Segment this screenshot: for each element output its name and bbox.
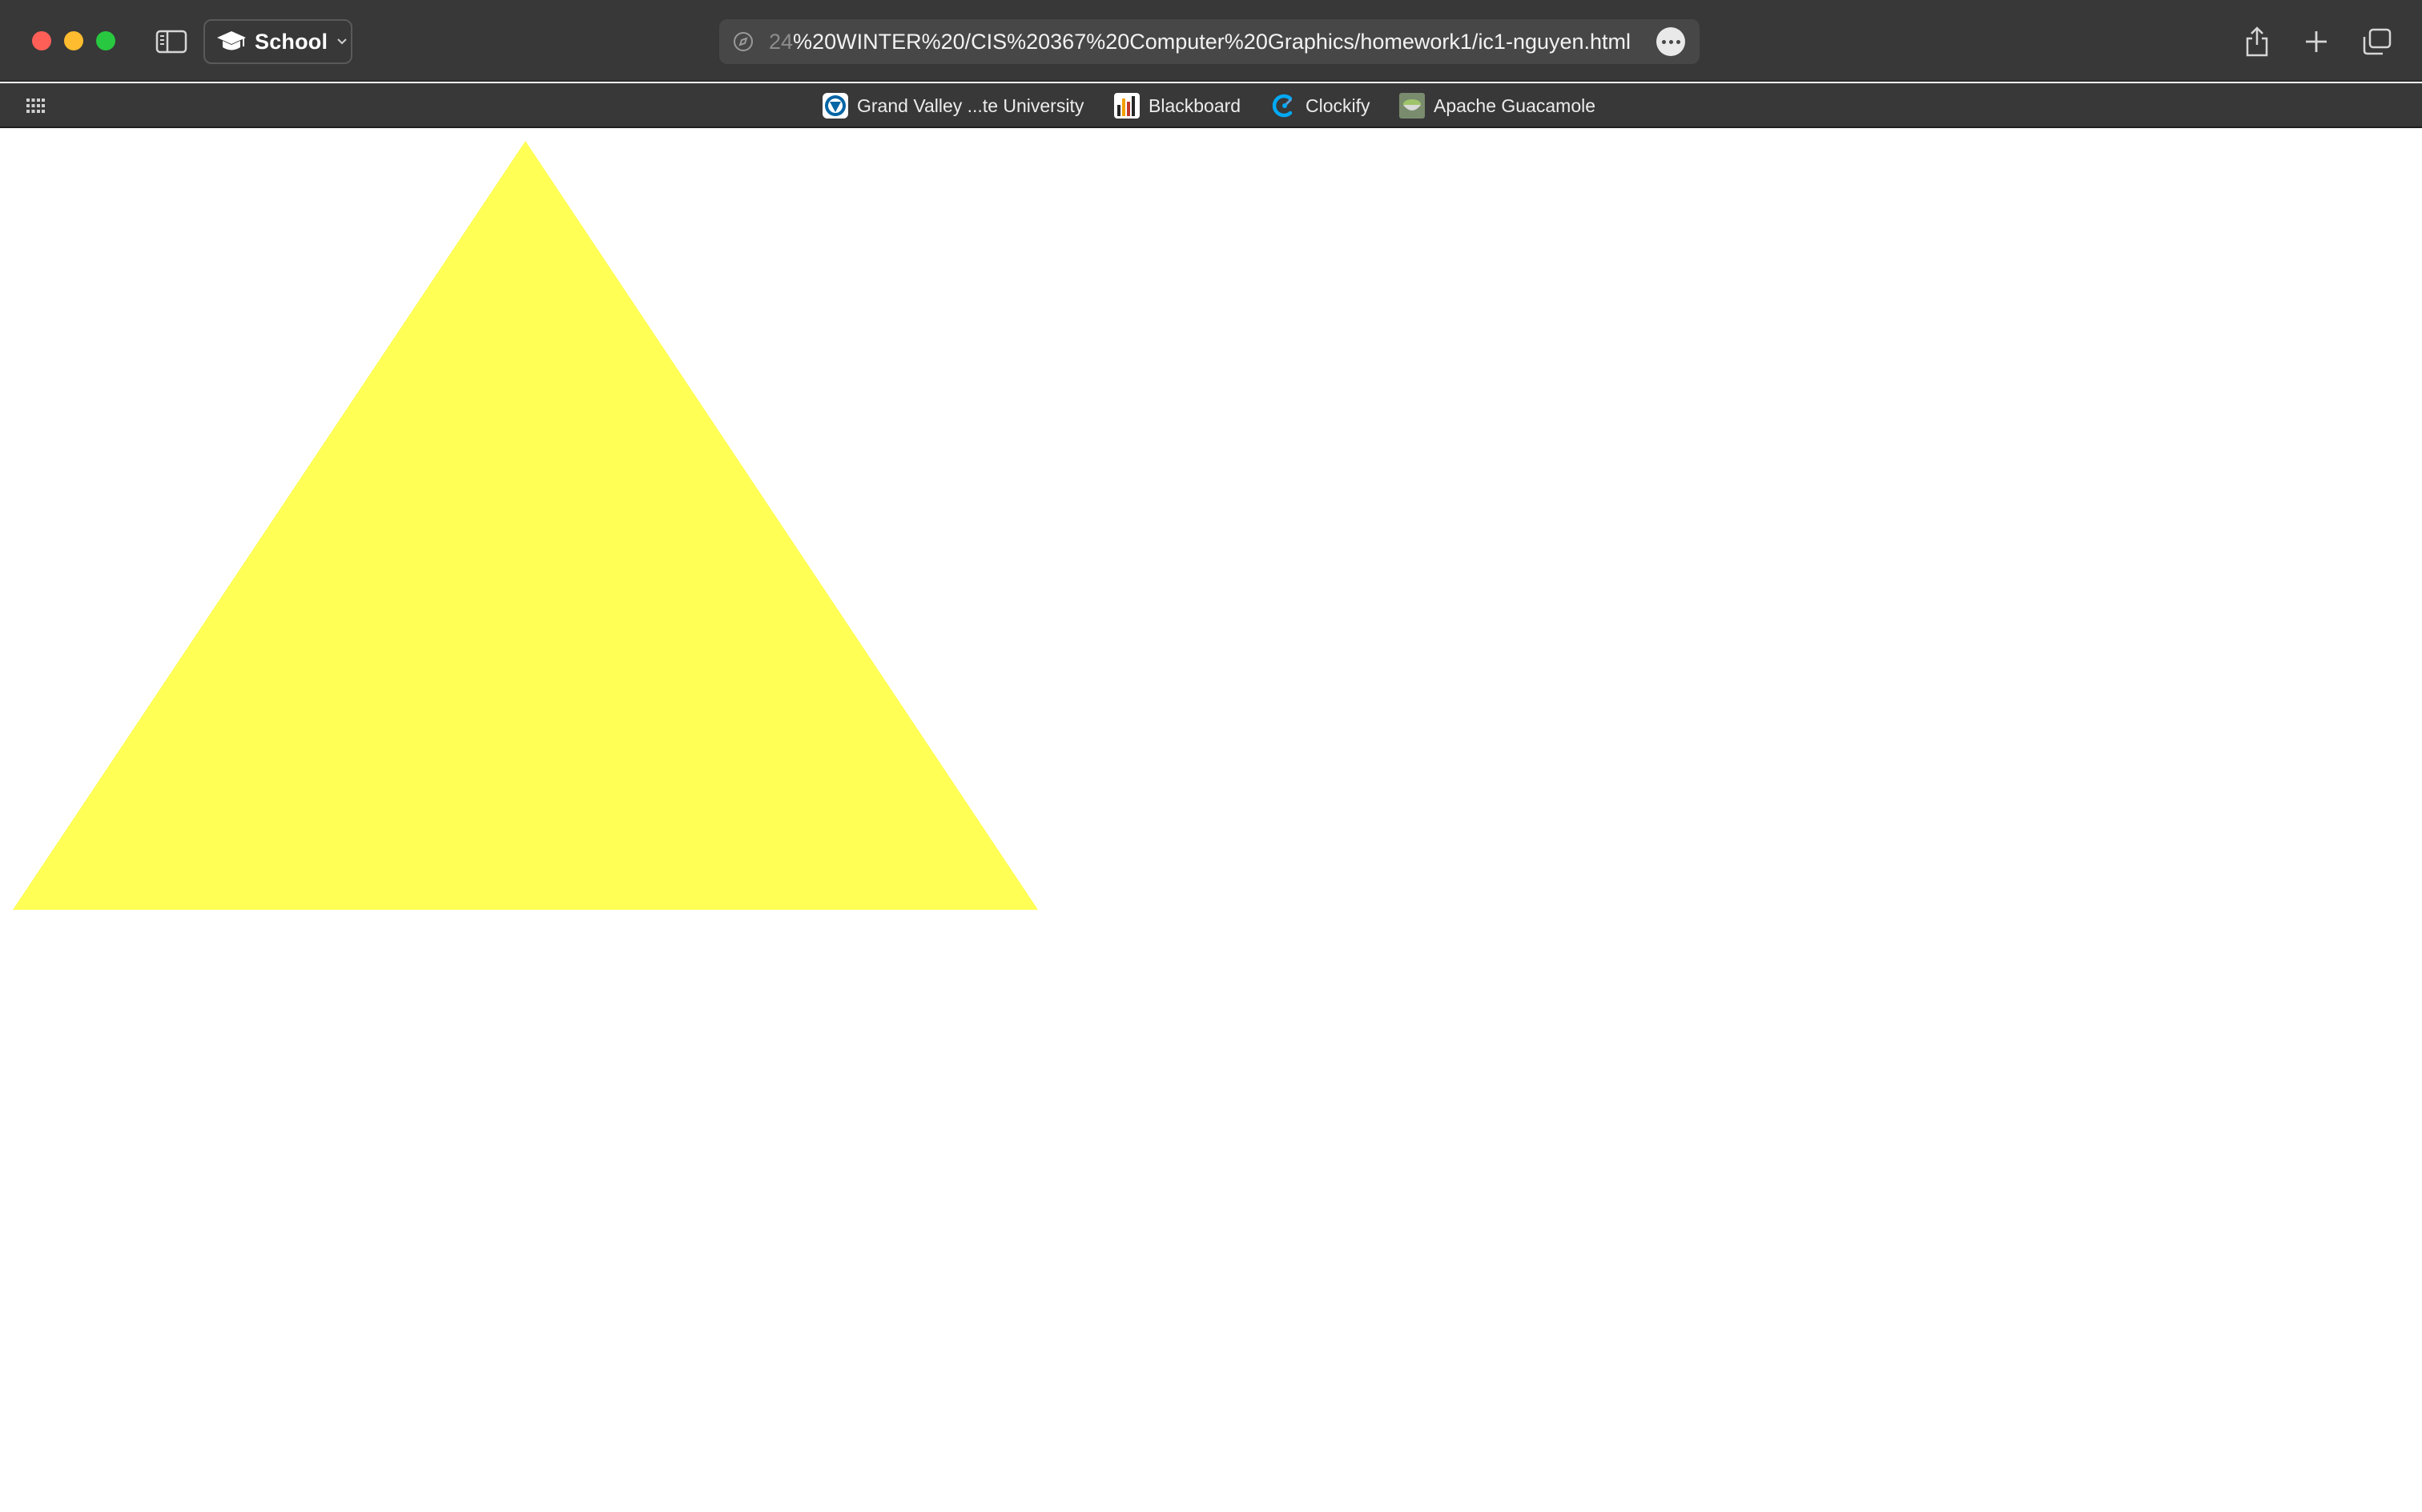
grid-icon[interactable]	[26, 97, 45, 115]
close-window-button[interactable]	[32, 31, 51, 50]
chevron-down-icon	[337, 38, 347, 45]
tab-group-selector[interactable]: School	[203, 19, 352, 64]
plus-icon	[2306, 31, 2327, 52]
gvsu-logo-icon	[823, 93, 848, 119]
zoom-window-button[interactable]	[96, 31, 115, 50]
minimize-window-button[interactable]	[64, 31, 83, 50]
tab-overview-icon	[2363, 28, 2392, 55]
share-icon	[2246, 26, 2268, 57]
graduation-cap-icon	[217, 31, 246, 50]
sidebar-icon	[155, 30, 187, 54]
url-main: %20WINTER%20/CIS%20367%20Computer%20Grap…	[793, 30, 1631, 54]
favorite-clockify[interactable]: Clockify	[1270, 91, 1370, 120]
tab-group-label: School	[255, 29, 328, 54]
url-text[interactable]: 24%20WINTER%20/CIS%20367%20Computer%20Gr…	[769, 19, 1631, 64]
more-dot	[1676, 39, 1680, 44]
share-button[interactable]	[2239, 24, 2275, 59]
browser-toolbar: School 24%20WINTER%20/CIS%20367%20Comput…	[0, 0, 2422, 82]
more-dot	[1661, 39, 1666, 44]
blackboard-icon	[1114, 93, 1140, 119]
favorite-gvsu[interactable]: Grand Valley ...te University	[822, 91, 1084, 120]
favorite-label: Grand Valley ...te University	[857, 94, 1084, 116]
guacamole-icon	[1399, 93, 1425, 119]
favorite-blackboard[interactable]: Blackboard	[1113, 91, 1241, 120]
favorite-label: Blackboard	[1149, 94, 1241, 116]
clockify-icon	[1272, 94, 1293, 118]
more-dot	[1668, 39, 1673, 44]
browser-window: School 24%20WINTER%20/CIS%20367%20Comput…	[0, 0, 2422, 1512]
favorite-label: Clockify	[1306, 94, 1370, 116]
page-menu-button[interactable]	[1656, 27, 1685, 56]
favorites-bar: Grand Valley ...te University Blackboard…	[0, 83, 2422, 128]
favorite-label: Apache Guacamole	[1434, 94, 1596, 116]
yellow-triangle	[13, 141, 1038, 910]
page-content	[0, 130, 2422, 1512]
new-tab-button[interactable]	[2299, 24, 2334, 59]
address-bar[interactable]: 24%20WINTER%20/CIS%20367%20Computer%20Gr…	[719, 19, 1700, 64]
tab-overview-button[interactable]	[2360, 24, 2395, 59]
compass-icon	[734, 32, 753, 51]
sidebar-toggle-button[interactable]	[154, 26, 189, 58]
url-faded-prefix: 24	[769, 30, 794, 54]
webgl-canvas	[13, 141, 1038, 910]
favorite-guacamole[interactable]: Apache Guacamole	[1398, 91, 1595, 120]
